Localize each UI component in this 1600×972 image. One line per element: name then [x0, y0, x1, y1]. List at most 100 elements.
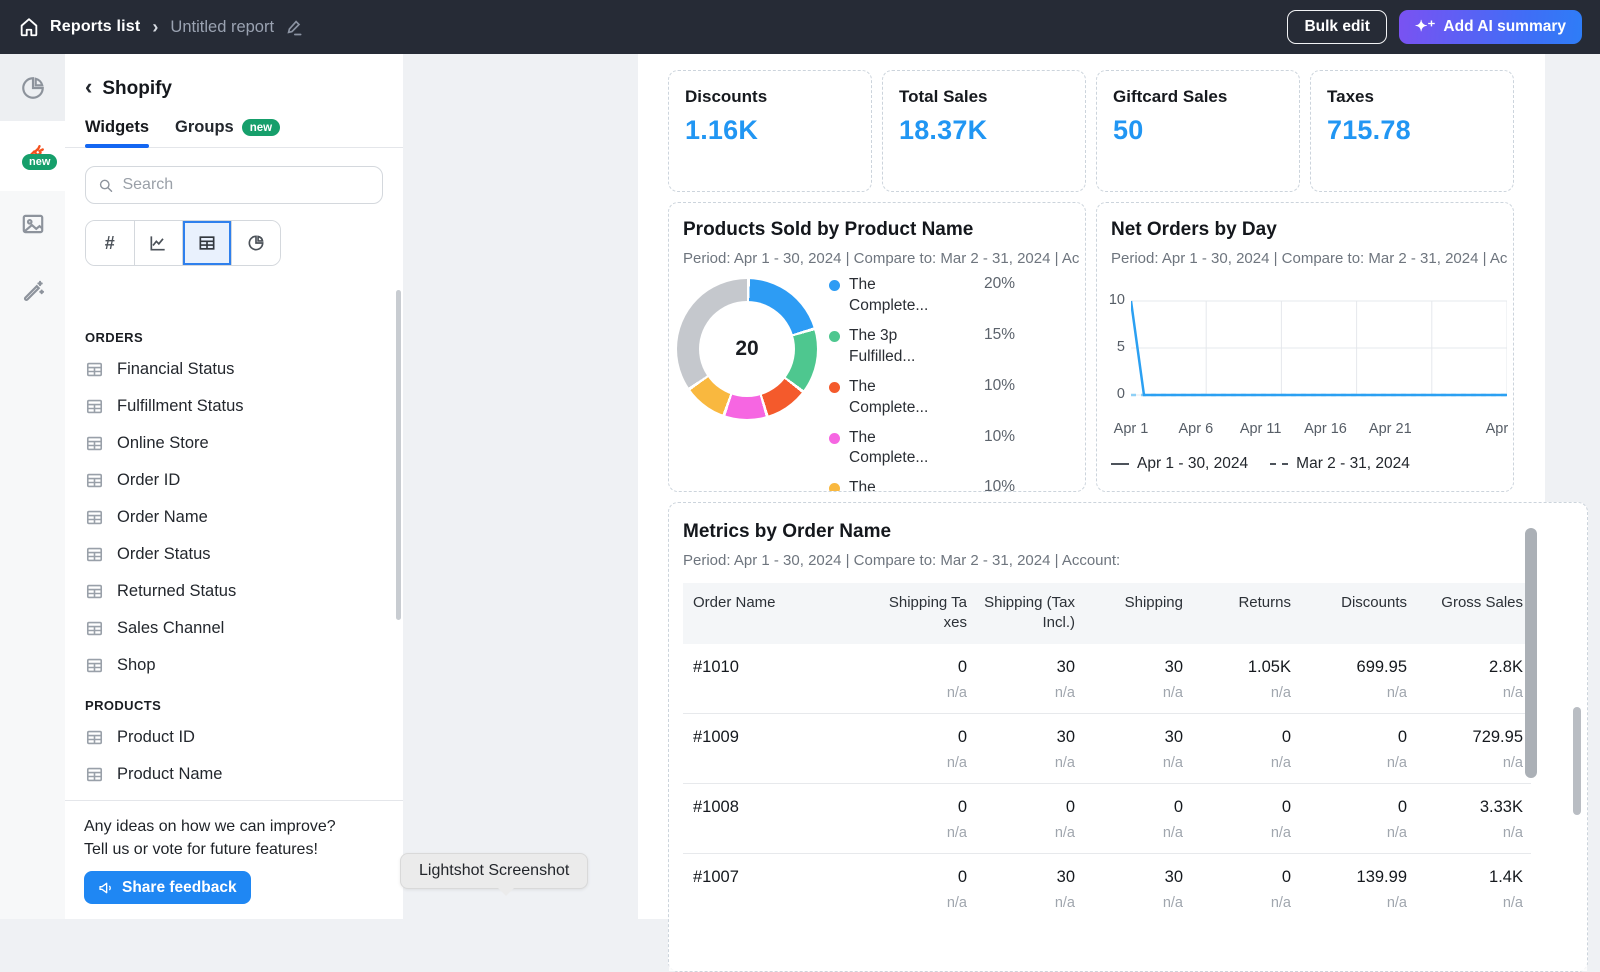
column-header[interactable]: Shipping (Tax Incl.) — [975, 583, 1083, 644]
sidebar-back-chevron-icon[interactable]: ‹ — [85, 78, 92, 96]
widget-type-line-chart[interactable] — [135, 221, 184, 265]
table-field-icon — [85, 728, 104, 747]
pie-legend-row: The Complete...10% — [829, 377, 1019, 419]
widget-type-table[interactable] — [183, 221, 232, 265]
sidebar-item-label: Sales Channel — [117, 619, 224, 638]
add-ai-summary-button[interactable]: ✦⁺ Add AI summary — [1399, 10, 1582, 44]
rail-item-charts[interactable] — [0, 54, 65, 121]
magic-wand-icon — [20, 277, 46, 303]
sidebar-item-order-status[interactable]: Order Status — [65, 536, 403, 573]
column-header[interactable]: Returns — [1191, 583, 1299, 644]
sidebar-item-label: Order Status — [117, 545, 211, 564]
cell-value: 1.4K — [1423, 868, 1523, 887]
widget-type-pie-chart[interactable] — [232, 221, 281, 265]
home-icon[interactable] — [18, 16, 40, 38]
cell-value: 0 — [1199, 868, 1291, 887]
table-scrollbar[interactable] — [1573, 707, 1581, 815]
widget-title: Net Orders by Day — [1111, 219, 1513, 241]
legend-percent: 10% — [984, 478, 1019, 492]
cell-compare-value: n/a — [1199, 755, 1291, 771]
x-axis-label: Apr 30 — [1486, 421, 1514, 437]
kpi-card-total-sales[interactable]: Total Sales 18.37K — [882, 70, 1086, 192]
megaphone-icon — [98, 880, 114, 896]
cell-compare-value: n/a — [1307, 685, 1407, 701]
kpi-label: Total Sales — [899, 87, 1069, 107]
sidebar-item-product-name[interactable]: Product Name — [65, 756, 403, 793]
sidebar-item-shop[interactable]: Shop — [65, 647, 403, 684]
cell-compare-value: n/a — [1423, 755, 1523, 771]
x-axis-label: Apr 21 — [1369, 421, 1412, 437]
table-row[interactable]: #10090n/a30n/a30n/a0n/a0n/a729.95n/a — [683, 713, 1531, 783]
table-row[interactable]: #10070n/a30n/a30n/a0n/a139.99n/a1.4Kn/a — [683, 853, 1531, 923]
cell-value: 30 — [1091, 728, 1183, 747]
column-header[interactable]: Shipping — [1083, 583, 1191, 644]
sidebar-item-order-name[interactable]: Order Name — [65, 499, 403, 536]
legend-swatch-icon — [1111, 463, 1129, 465]
table-row[interactable]: #10100n/a30n/a30n/a1.05Kn/a699.95n/a2.8K… — [683, 644, 1531, 714]
table-icon — [197, 233, 217, 253]
cell-value: 30 — [1091, 658, 1183, 677]
table-field-icon — [85, 434, 104, 453]
tab-groups[interactable]: Groups new — [175, 118, 280, 147]
search-input[interactable] — [122, 176, 370, 194]
kpi-card-discounts[interactable]: Discounts 1.16K — [668, 70, 872, 192]
sidebar-item-returned-status[interactable]: Returned Status — [65, 573, 403, 610]
table-field-icon — [85, 656, 104, 675]
sidebar-item-financial-status[interactable]: Financial Status — [65, 351, 403, 388]
sidebar-scrollbar[interactable] — [396, 290, 401, 620]
table-field-icon — [85, 765, 104, 784]
page-scrollbar[interactable] — [1525, 528, 1537, 778]
sidebar-item-label: Product Name — [117, 765, 222, 784]
cell-compare-value: n/a — [983, 825, 1075, 841]
cell-compare-value: n/a — [887, 685, 967, 701]
cell-value: 0 — [887, 798, 967, 817]
cell-compare-value: n/a — [983, 685, 1075, 701]
kpi-label: Taxes — [1327, 87, 1497, 107]
widget-net-orders-line[interactable]: Net Orders by Day Period: Apr 1 - 30, 20… — [1096, 202, 1514, 492]
cell-compare-value: n/a — [887, 825, 967, 841]
share-feedback-label: Share feedback — [122, 879, 237, 897]
column-header[interactable]: Shipping Taxes — [879, 583, 975, 644]
chevron-right-icon: › — [152, 17, 158, 38]
column-header[interactable]: Gross Sales — [1415, 583, 1531, 644]
kpi-card-taxes[interactable]: Taxes 715.78 — [1310, 70, 1514, 192]
column-header[interactable]: Order Name — [683, 583, 879, 644]
legend-percent: 15% — [984, 326, 1019, 368]
tab-widgets[interactable]: Widgets — [85, 118, 149, 147]
column-header[interactable]: Discounts — [1299, 583, 1415, 644]
share-feedback-button[interactable]: Share feedback — [84, 871, 251, 904]
feedback-line2: Tell us or vote for future features! — [84, 838, 384, 861]
sidebar-item-sales-channel[interactable]: Sales Channel — [65, 610, 403, 647]
bulk-edit-button[interactable]: Bulk edit — [1287, 10, 1386, 44]
cell-compare-value: n/a — [983, 895, 1075, 911]
cell-compare-value: n/a — [1423, 825, 1523, 841]
sidebar-item-fulfillment-status[interactable]: Fulfillment Status — [65, 388, 403, 425]
top-bar: Reports list › Untitled report Bulk edit… — [0, 0, 1600, 54]
edit-pencil-icon[interactable] — [284, 17, 304, 37]
sidebar-item-online-store[interactable]: Online Store — [65, 425, 403, 462]
rail-item-images[interactable] — [0, 194, 65, 254]
legend-percent: 10% — [984, 428, 1019, 470]
widget-type-number[interactable]: # — [86, 221, 135, 265]
breadcrumb-reports-list[interactable]: Reports list — [50, 18, 140, 36]
cell-value: 0 — [1307, 798, 1407, 817]
cell-value: 0 — [1199, 728, 1291, 747]
cell-compare-value: n/a — [1199, 825, 1291, 841]
table-row[interactable]: #10080n/a0n/a0n/a0n/a0n/a3.33Kn/a — [683, 783, 1531, 853]
legend-swatch-icon — [1270, 463, 1288, 465]
sidebar-item-label: Product ID — [117, 728, 195, 747]
widget-period: Period: Apr 1 - 30, 2024 | Compare to: M… — [683, 250, 1085, 267]
widget-products-sold-pie[interactable]: Products Sold by Product Name Period: Ap… — [668, 202, 1086, 492]
sidebar-tabs: Widgets Groups new — [65, 108, 403, 148]
kpi-card-giftcard-sales[interactable]: Giftcard Sales 50 — [1096, 70, 1300, 192]
pie-chart-small-icon — [246, 233, 266, 253]
sidebar-item-product-id[interactable]: Product ID — [65, 719, 403, 756]
sidebar-title: Shopify — [102, 78, 172, 100]
table-field-icon — [85, 582, 104, 601]
rail-item-magic[interactable] — [0, 260, 65, 320]
widget-title: Metrics by Order Name — [683, 521, 1587, 543]
widget-metrics-table[interactable]: Metrics by Order Name Period: Apr 1 - 30… — [668, 502, 1588, 972]
sidebar-item-order-id[interactable]: Order ID — [65, 462, 403, 499]
cell-compare-value: n/a — [1091, 825, 1183, 841]
rail-new-badge: new — [22, 154, 57, 170]
